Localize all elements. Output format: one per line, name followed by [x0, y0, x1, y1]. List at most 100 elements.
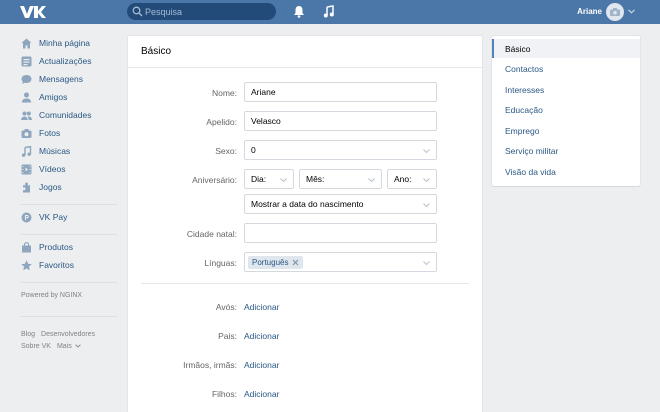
news-icon	[21, 56, 32, 66]
card-title: Básico	[141, 46, 172, 57]
nav-item-home[interactable]: Minha página	[21, 35, 121, 51]
name-label: Nome:	[211, 88, 237, 98]
add-children-link[interactable]: Adicionar	[244, 389, 279, 399]
day-select[interactable]: Dia:	[244, 169, 294, 189]
chevron-down-icon[interactable]	[75, 344, 81, 348]
chevron-down-icon	[423, 203, 430, 207]
sex-value: 0	[251, 145, 256, 155]
language-tag[interactable]: Português	[248, 255, 304, 269]
home-icon	[21, 38, 32, 48]
chevron-down-icon[interactable]	[628, 9, 635, 14]
hometown-input[interactable]	[251, 228, 436, 238]
menu-item-interests[interactable]: Interesses	[492, 80, 640, 99]
nav-item-news[interactable]: Actualizações	[21, 53, 121, 69]
add-siblings-link[interactable]: Adicionar	[244, 360, 279, 370]
vkpay-icon	[21, 212, 32, 222]
nav-label: Amigos	[39, 92, 68, 102]
nav-item-videos[interactable]: Vídeos	[21, 161, 121, 177]
user-name[interactable]: Ariane	[566, 7, 602, 16]
hometown-label: Cidade natal:	[186, 229, 237, 239]
nav-item-products[interactable]: Produtos	[21, 239, 121, 255]
chevron-down-icon	[280, 178, 287, 182]
footer-link-about[interactable]: Sobre VK	[21, 343, 51, 350]
add-parents-link[interactable]: Adicionar	[244, 331, 279, 341]
music-icon[interactable]	[323, 5, 335, 18]
nav-label: VK Pay	[39, 212, 68, 222]
star-icon	[21, 259, 32, 270]
nav-item-messages[interactable]: Mensagens	[21, 71, 121, 87]
video-icon	[21, 164, 32, 174]
footer-links: Blog Desenvolvedores Sobre VK Mais	[21, 329, 121, 353]
nav-divider	[21, 316, 117, 317]
nav-item-photos[interactable]: Fotos	[21, 125, 121, 141]
grandparents-label: Avós:	[215, 302, 237, 312]
nav-divider	[21, 234, 117, 235]
menu-item-work[interactable]: Emprego	[492, 121, 640, 140]
nav-item-favorites[interactable]: Favoritos	[21, 257, 121, 273]
footer-link-more[interactable]: Mais	[57, 343, 72, 350]
surname-field[interactable]	[244, 111, 437, 131]
edit-profile-card: Básico Nome: Apelido: Sexo: 0 Aniversári…	[128, 36, 482, 412]
nav-label: Produtos	[39, 242, 74, 252]
name-input[interactable]	[251, 87, 436, 97]
settings-menu: Básico Contactos Interesses Educação Emp…	[492, 36, 640, 186]
chevron-down-icon	[423, 149, 430, 153]
name-field[interactable]	[244, 82, 437, 102]
search-input[interactable]	[145, 3, 270, 20]
hometown-field[interactable]	[244, 223, 437, 243]
sex-label: Sexo:	[215, 146, 237, 156]
languages-select[interactable]: Português	[244, 252, 437, 272]
birthday-visibility-value: Mostrar a data do nascimento	[251, 199, 364, 209]
nav-label: Fotos	[39, 128, 61, 138]
chevron-down-icon	[423, 178, 430, 182]
avatar[interactable]	[606, 3, 624, 21]
friends-icon	[21, 92, 32, 102]
nav-item-games[interactable]: Jogos	[21, 179, 121, 195]
sex-select[interactable]: 0	[244, 140, 437, 160]
nav-label: Jogos	[39, 182, 62, 192]
top-bar: Ariane	[0, 0, 660, 24]
add-grandparents-link[interactable]: Adicionar	[244, 302, 279, 312]
chevron-down-icon	[423, 261, 430, 265]
nav-item-communities[interactable]: Comunidades	[21, 107, 121, 123]
footer-link-developers[interactable]: Desenvolvedores	[41, 331, 95, 338]
menu-item-military[interactable]: Serviço militar	[492, 141, 640, 160]
menu-item-education[interactable]: Educação	[492, 100, 640, 119]
search-icon	[132, 6, 143, 17]
nav-divider	[21, 282, 117, 283]
year-value: Ano:	[394, 174, 412, 184]
surname-input[interactable]	[251, 116, 436, 126]
siblings-label: Irmãos, irmãs:	[183, 360, 237, 370]
bell-icon[interactable]	[293, 5, 305, 18]
communities-icon	[21, 111, 32, 120]
chevron-down-icon	[368, 178, 375, 182]
camera-icon	[21, 128, 32, 138]
powered-by: Powered by NGINX	[21, 292, 83, 299]
nav-label: Músicas	[39, 146, 71, 156]
menu-item-worldview[interactable]: Visão da vida	[492, 162, 640, 181]
nav-divider	[21, 204, 117, 205]
section-divider	[141, 283, 469, 284]
nav-label: Favoritos	[39, 260, 74, 270]
nav-label: Vídeos	[39, 164, 66, 174]
menu-item-basic[interactable]: Básico	[492, 39, 640, 58]
bag-icon	[22, 241, 31, 252]
footer-link-blog[interactable]: Blog	[21, 331, 35, 338]
nav-label: Comunidades	[39, 110, 92, 120]
nav-item-vkpay[interactable]: VK Pay	[21, 209, 121, 225]
day-value: Dia:	[251, 174, 267, 184]
month-select[interactable]: Mês:	[299, 169, 382, 189]
languages-label: Línguas:	[204, 258, 237, 268]
search-box[interactable]	[127, 3, 276, 20]
close-icon[interactable]	[292, 259, 299, 266]
month-value: Mês:	[306, 174, 325, 184]
messages-icon	[21, 74, 32, 84]
year-select[interactable]: Ano:	[387, 169, 437, 189]
menu-item-contacts[interactable]: Contactos	[492, 59, 640, 78]
nav-label: Actualizações	[39, 56, 92, 66]
vk-logo-icon[interactable]	[18, 3, 48, 21]
games-icon	[23, 182, 30, 192]
nav-item-friends[interactable]: Amigos	[21, 89, 121, 105]
birthday-visibility-select[interactable]: Mostrar a data do nascimento	[244, 194, 437, 214]
nav-item-music[interactable]: Músicas	[21, 143, 121, 159]
